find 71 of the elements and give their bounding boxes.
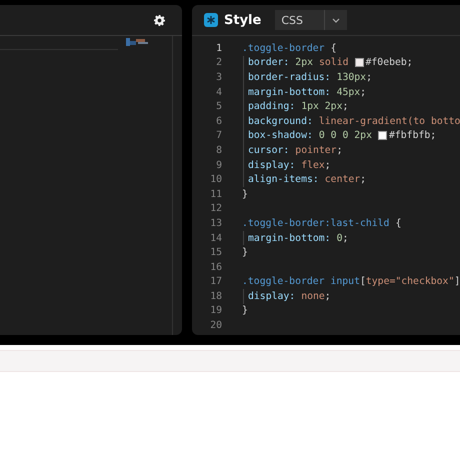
css-value: center	[324, 174, 360, 186]
code-brace: {	[395, 218, 402, 229]
caret-icon	[332, 18, 340, 22]
code-punctuation: ;	[324, 290, 331, 302]
css-property: cursor:	[248, 144, 290, 156]
line-number: 15	[209, 247, 222, 258]
code-punctuation: ;	[324, 160, 331, 171]
line-number: 9	[215, 160, 222, 171]
line-number: 19	[209, 305, 222, 316]
code-punctuation: ]	[454, 276, 460, 288]
code-brace: }	[242, 188, 248, 200]
line-number: 5	[215, 101, 222, 112]
line-number: 13	[209, 218, 222, 229]
css-number: 45px	[336, 86, 360, 98]
color-swatch[interactable]	[354, 58, 364, 68]
panel-title: Style	[224, 12, 262, 28]
line-number: 12	[209, 203, 222, 214]
css-number: 0	[336, 232, 342, 244]
color-swatch[interactable]	[378, 131, 387, 140]
css-property: display:	[248, 290, 296, 302]
line-number: 8	[215, 144, 222, 156]
css-property: align-items:	[248, 174, 319, 186]
css-selector: .toggle-border:last-child	[242, 218, 390, 229]
css-property: margin-bottom:	[248, 86, 331, 98]
line-number: 1	[215, 42, 222, 54]
line-number: 16	[209, 262, 222, 273]
css-number: 0 0 0 2px	[318, 130, 372, 142]
code-punctuation: ;	[366, 72, 372, 83]
css-property: background:	[248, 116, 313, 127]
css-value: solid	[319, 57, 348, 68]
css-number: 1px 2px	[301, 101, 342, 112]
css-attribute: type="checkbox"	[366, 276, 454, 288]
css-selector: .toggle-border input	[242, 276, 360, 288]
line-number: 11	[209, 188, 222, 200]
code-brace: }	[242, 305, 248, 316]
code-punctuation: ;	[342, 232, 348, 244]
code-punctuation: ;	[360, 174, 366, 186]
line-number: 10	[209, 174, 222, 186]
line-number: 18	[209, 290, 222, 302]
css-property: box-shadow:	[248, 130, 313, 142]
css-value: pointer	[295, 144, 337, 156]
color-code: #fbfbfb;	[388, 130, 436, 142]
language-dropdown[interactable]: CSS	[275, 10, 348, 30]
code-brace: }	[242, 247, 248, 258]
line-number: 6	[215, 116, 222, 127]
color-code: #f0ebeb;	[366, 57, 413, 68]
css-property: border-radius:	[248, 72, 331, 83]
css-value: linear-gradient(to botto	[318, 116, 460, 127]
line-number: 4	[215, 86, 222, 98]
line-number: 14	[209, 232, 222, 244]
asterisk-icon	[204, 13, 218, 27]
settings-icon[interactable]	[154, 14, 165, 26]
line-number: 3	[215, 72, 222, 83]
code-punctuation: [	[360, 276, 366, 288]
css-property: display:	[248, 160, 296, 171]
code-punctuation: ;	[336, 144, 342, 156]
css-number: 2px	[295, 57, 313, 68]
code-brace: {	[330, 42, 336, 54]
css-property: padding:	[248, 101, 296, 112]
code-punctuation: ;	[342, 101, 348, 112]
css-number: 130px	[336, 72, 366, 83]
css-property: border:	[248, 57, 290, 68]
css-selector: .toggle-border	[242, 42, 325, 54]
css-value: none	[301, 290, 325, 302]
code-punctuation: ;	[360, 86, 366, 98]
line-number: 20	[209, 320, 222, 332]
css-property: margin-bottom:	[248, 232, 331, 244]
line-number: 17	[209, 276, 222, 288]
css-value: flex	[301, 160, 325, 171]
line-number: 2	[215, 57, 222, 68]
line-number: 7	[215, 130, 222, 142]
